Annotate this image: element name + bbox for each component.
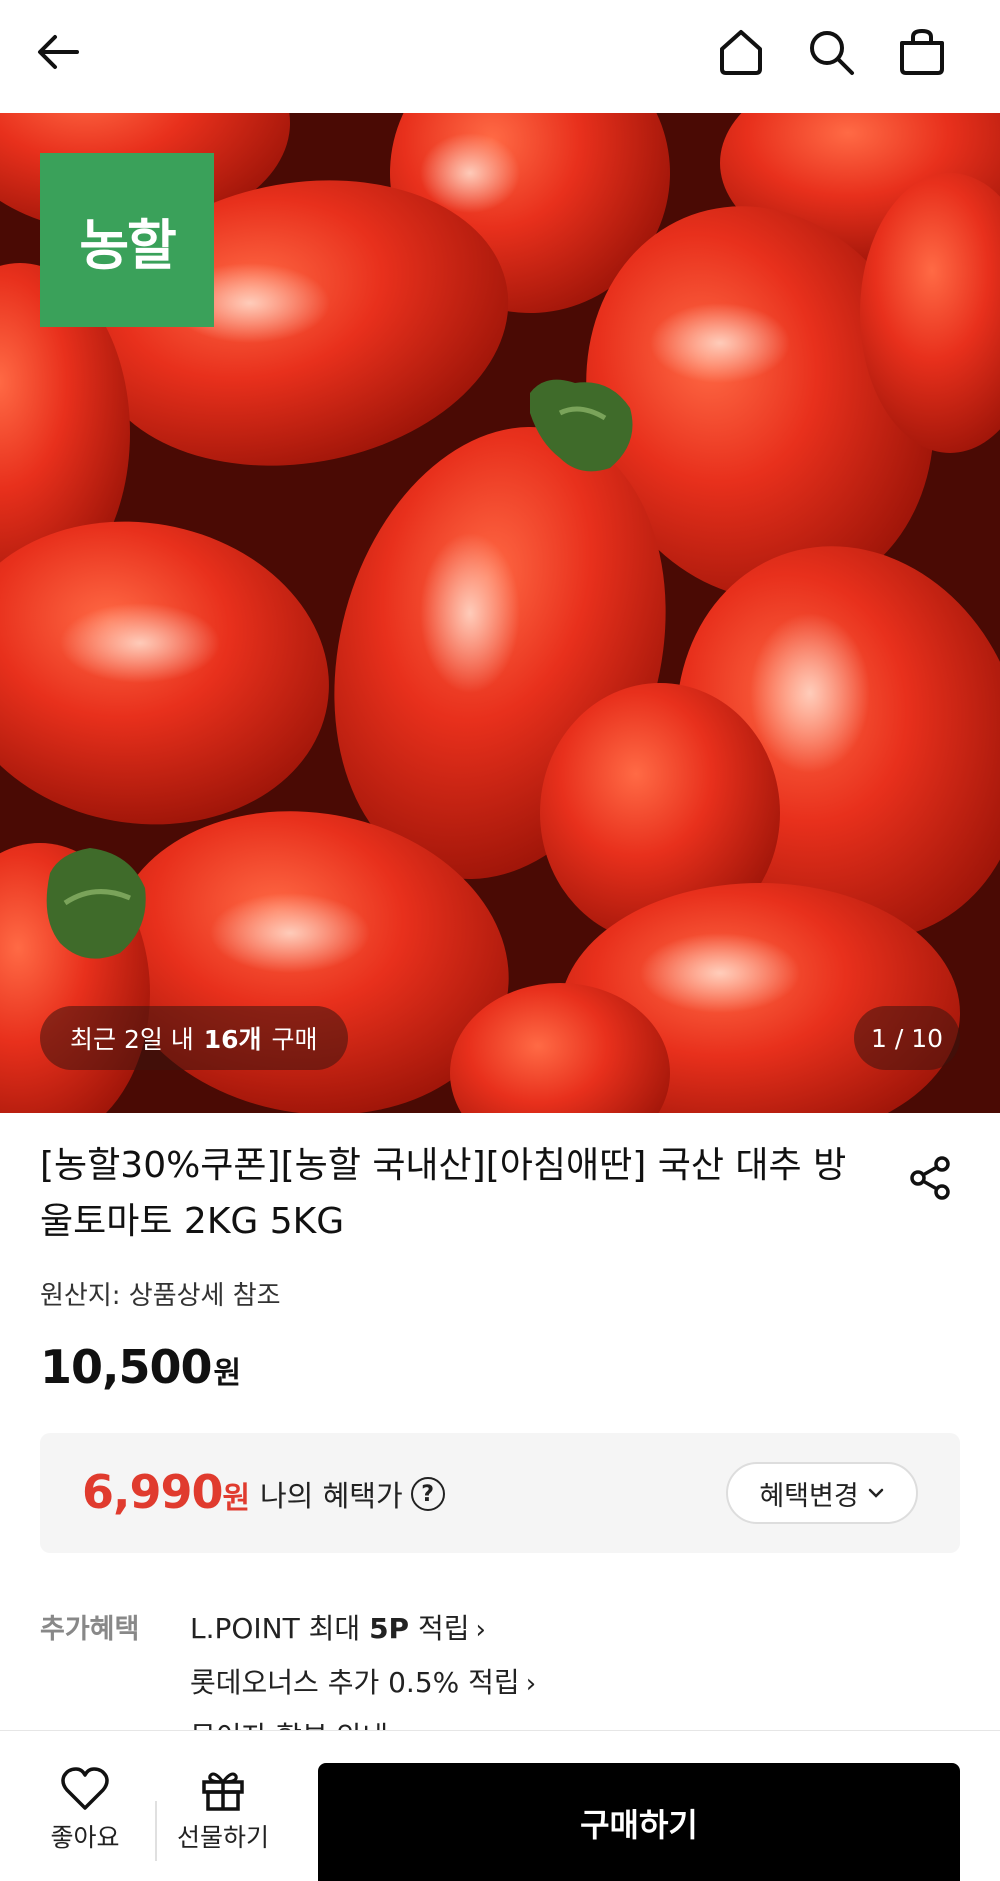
brand-logo: 농할 [40, 153, 214, 327]
chevron-down-icon [868, 1488, 883, 1498]
benefit-change-button[interactable]: 혜택변경 [726, 1462, 918, 1524]
cart-button[interactable] [892, 22, 952, 82]
recent-purchase-badge: 최근 2일 내 16개 구매 [40, 1006, 348, 1070]
search-button[interactable] [801, 22, 861, 82]
original-price: 10,500원 [40, 1340, 242, 1394]
help-icon[interactable]: ? [410, 1477, 445, 1511]
recent-count: 16개 [203, 1025, 262, 1054]
brand-logo-text: 농할 [79, 213, 176, 277]
extra-benefit-suffix: 적립 [409, 1612, 470, 1645]
extra-benefit-bold: 5P [369, 1612, 410, 1645]
divider [155, 1801, 157, 1861]
product-image-carousel[interactable]: 농할 최근 2일 내 16개 구매 1 / 10 [0, 113, 1000, 1113]
chevron-right-icon: › [475, 1615, 486, 1645]
product-title: [농할30%쿠폰][농할 국내산][아침애딴] 국산 대추 방울토마토 2KG … [40, 1145, 847, 1242]
like-label: 좋아요 [50, 1823, 120, 1852]
benefit-label: 나의 혜택가 [260, 1479, 403, 1513]
like-button[interactable]: 좋아요 [20, 1766, 150, 1854]
recent-prefix: 최근 2일 내 [70, 1025, 194, 1054]
home-button[interactable] [711, 22, 771, 82]
benefit-price: 6,990원 [82, 1465, 251, 1519]
original-price-value: 10,500 [40, 1340, 213, 1394]
extra-benefit-item[interactable]: 롯데오너스 추가 0.5% 적립 › [190, 1661, 536, 1701]
extra-benefits-label: 추가혜택 [40, 1614, 140, 1645]
shopping-bag-icon [900, 28, 944, 75]
extra-benefit-text: 롯데오너스 추가 0.5% 적립 [190, 1666, 520, 1699]
extra-benefit-item[interactable]: L.POINT 최대 5P 적립 › [190, 1607, 486, 1647]
back-button[interactable] [28, 22, 88, 82]
arrow-left-icon [38, 35, 79, 69]
benefit-change-label: 혜택변경 [759, 1480, 859, 1512]
gift-icon [202, 1772, 244, 1811]
image-counter: 1 / 10 [854, 1006, 960, 1070]
top-navigation-bar [0, 0, 1000, 113]
benefit-price-box: 6,990원 나의 혜택가 ? 혜택변경 [40, 1433, 960, 1553]
extra-benefit-text: L.POINT 최대 [190, 1612, 370, 1645]
share-button[interactable] [900, 1148, 960, 1208]
gift-button[interactable]: 선물하기 [158, 1766, 288, 1854]
benefit-price-unit: 원 [222, 1481, 251, 1516]
bottom-action-bar: 좋아요 선물하기 구매하기 [0, 1730, 1000, 1881]
recent-suffix: 구매 [271, 1025, 318, 1054]
chevron-right-icon: › [525, 1669, 537, 1699]
heart-icon [61, 1767, 109, 1810]
benefit-label-group: 나의 혜택가 ? [260, 1473, 445, 1515]
buy-button[interactable]: 구매하기 [318, 1763, 960, 1881]
benefit-price-value: 6,990 [82, 1465, 224, 1519]
home-icon [720, 30, 762, 75]
gift-label: 선물하기 [176, 1823, 269, 1852]
original-price-unit: 원 [213, 1356, 242, 1391]
share-icon [910, 1156, 950, 1200]
search-icon [810, 31, 854, 75]
origin-text: 원산지: 상품상세 참조 [40, 1281, 281, 1311]
